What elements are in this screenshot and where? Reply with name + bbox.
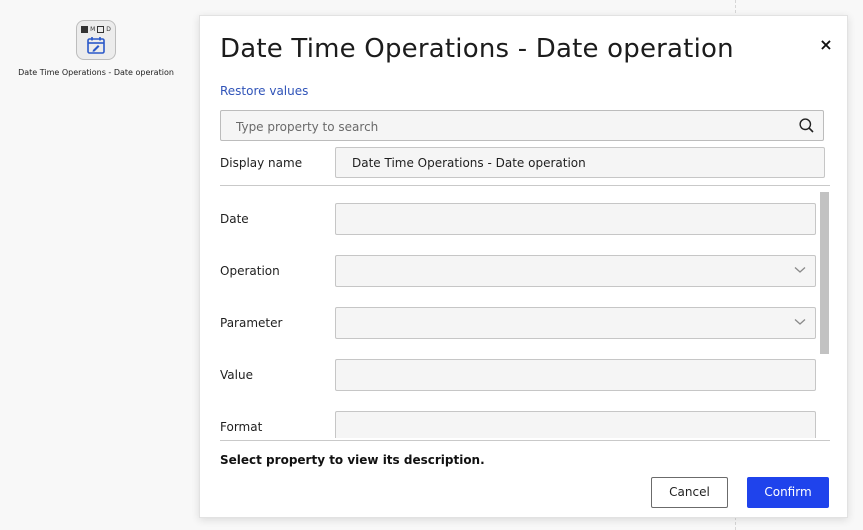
value-field[interactable] (335, 359, 816, 391)
display-name-field[interactable]: Date Time Operations - Date operation (335, 147, 825, 178)
node-mini-header: M D (80, 25, 112, 34)
confirm-button[interactable]: Confirm (747, 477, 829, 508)
chevron-down-icon (794, 319, 806, 325)
close-icon[interactable]: × (819, 37, 833, 53)
chevron-down-icon (794, 267, 806, 273)
node-label: Date Time Operations - Date operation (18, 68, 174, 77)
properties-dialog: Date Time Operations - Date operation × … (199, 15, 848, 518)
divider-bottom (220, 440, 830, 441)
date-label: Date (220, 212, 249, 226)
node-mini-label-d: D (106, 26, 111, 33)
property-description: Select property to view its description. (220, 453, 485, 467)
checkbox-checked-icon (81, 26, 89, 33)
restore-values-link[interactable]: Restore values (220, 84, 308, 98)
cancel-button[interactable]: Cancel (651, 477, 728, 508)
display-name-value: Date Time Operations - Date operation (352, 156, 586, 170)
node-icon-box[interactable]: M D (76, 20, 116, 60)
search-icon[interactable] (799, 118, 814, 133)
search-input[interactable] (221, 111, 798, 142)
checkbox-empty-icon (97, 26, 105, 33)
parameter-label: Parameter (220, 316, 283, 330)
format-label: Format (220, 420, 263, 434)
property-search (220, 110, 824, 142)
node-mini-label-m: M (90, 26, 96, 33)
properties-scrollbar[interactable] (820, 192, 829, 354)
display-name-label: Display name (220, 156, 303, 170)
operation-label: Operation (220, 264, 280, 278)
value-label: Value (220, 368, 253, 382)
date-field[interactable] (335, 203, 816, 235)
operation-select[interactable] (335, 255, 816, 287)
dialog-title: Date Time Operations - Date operation (220, 34, 734, 64)
format-field[interactable] (335, 411, 816, 438)
divider-top (220, 185, 830, 186)
parameter-select[interactable] (335, 307, 816, 339)
properties-scroll-area[interactable]: Date Operation Parameter Value Format (200, 192, 849, 438)
calendar-edit-icon (87, 37, 105, 54)
